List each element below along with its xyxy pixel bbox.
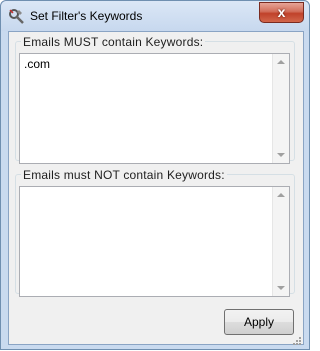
window-title: Set Filter's Keywords	[30, 9, 143, 23]
dialog-window: Set Filter's Keywords x Emails MUST cont…	[0, 0, 310, 350]
scroll-up-icon[interactable]	[277, 60, 285, 64]
scroll-down-icon[interactable]	[277, 153, 285, 157]
must-contain-textarea[interactable]: .com	[19, 53, 290, 164]
must-not-contain-group: Emails must NOT contain Keywords:	[15, 168, 295, 297]
must-not-contain-scrollbar[interactable]	[272, 187, 289, 296]
close-icon: x	[277, 4, 286, 20]
must-contain-text[interactable]: .com	[24, 57, 50, 71]
scroll-up-icon[interactable]	[277, 193, 285, 197]
must-not-contain-label: Emails must NOT contain Keywords:	[21, 168, 227, 182]
must-contain-label: Emails MUST contain Keywords:	[21, 35, 206, 49]
must-contain-scrollbar[interactable]	[272, 54, 289, 163]
apply-button[interactable]: Apply	[224, 309, 294, 335]
title-bar[interactable]: Set Filter's Keywords x	[1, 1, 309, 31]
scroll-down-icon[interactable]	[277, 286, 285, 290]
close-button[interactable]: x	[259, 2, 304, 23]
dialog-client-area: Emails MUST contain Keywords: .com Email…	[8, 31, 304, 345]
must-contain-group: Emails MUST contain Keywords: .com	[15, 35, 295, 164]
resize-grip-icon[interactable]	[292, 333, 302, 345]
must-not-contain-textarea[interactable]	[19, 186, 290, 297]
filter-tools-icon	[8, 8, 26, 24]
